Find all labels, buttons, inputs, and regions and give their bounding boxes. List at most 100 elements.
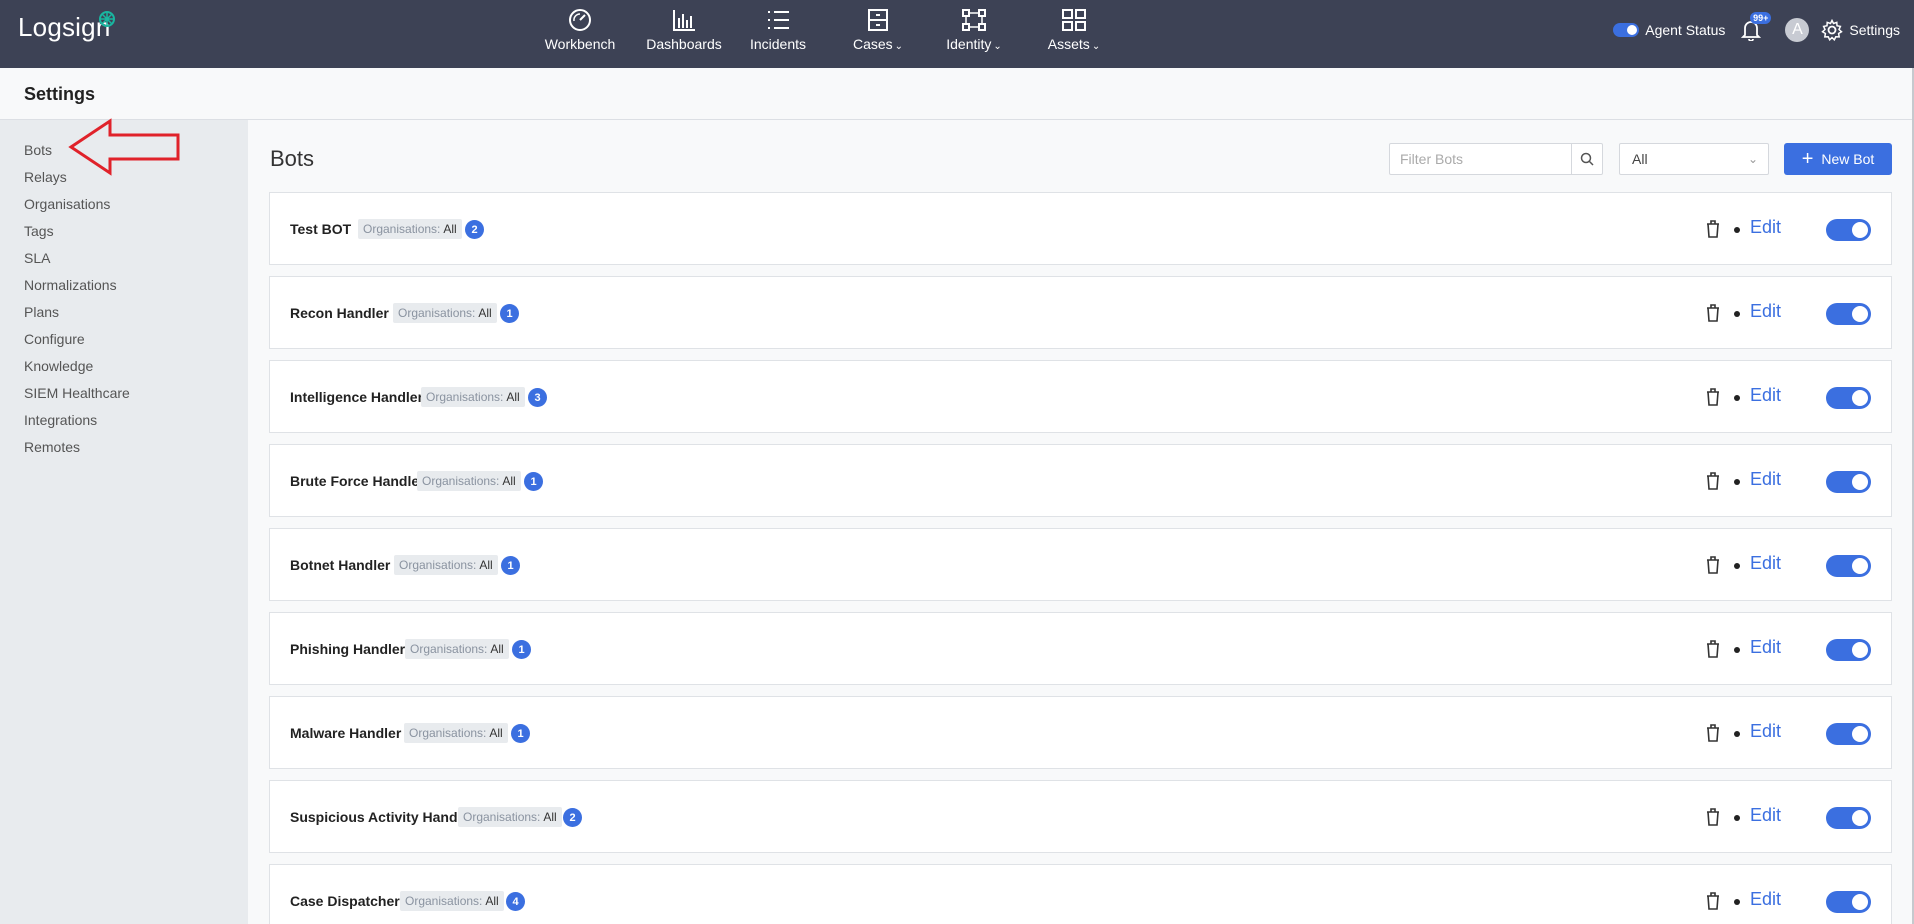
- bot-name[interactable]: Intelligence Handler: [290, 389, 423, 405]
- bot-name[interactable]: Botnet Handler: [290, 557, 390, 573]
- new-bot-button[interactable]: + New Bot: [1784, 143, 1892, 175]
- sidebar-item-plans[interactable]: Plans: [24, 304, 59, 320]
- org-tag-value: All: [543, 810, 557, 824]
- sidebar-item-siem-healthcare[interactable]: SIEM Healthcare: [24, 385, 130, 401]
- notifications-button[interactable]: 99+: [1737, 12, 1772, 44]
- nav-assets-label: Assets: [1047, 36, 1090, 52]
- filter-bots-input[interactable]: [1390, 144, 1572, 174]
- cabinet-icon: [868, 9, 888, 31]
- trash-icon[interactable]: [1705, 891, 1721, 911]
- count-badge: 1: [524, 472, 543, 491]
- trash-icon[interactable]: [1705, 723, 1721, 743]
- sidebar-item-organisations[interactable]: Organisations: [24, 196, 110, 212]
- nav-assets[interactable]: Assets ⌄: [1024, 0, 1124, 68]
- sidebar-item-integrations[interactable]: Integrations: [24, 412, 97, 428]
- trash-icon[interactable]: [1705, 639, 1721, 659]
- bot-name[interactable]: Case Dispatcher: [290, 893, 400, 909]
- trash-icon[interactable]: [1705, 471, 1721, 491]
- separator-dot: [1734, 311, 1740, 317]
- count-badge: 1: [501, 556, 520, 575]
- bot-row: Suspicious Activity Handler Organisation…: [269, 780, 1892, 853]
- edit-link[interactable]: Edit: [1750, 469, 1781, 490]
- sidebar-item-remotes[interactable]: Remotes: [24, 439, 80, 455]
- edit-link[interactable]: Edit: [1750, 385, 1781, 406]
- gauge-icon: [569, 9, 591, 31]
- bot-name[interactable]: Test BOT: [290, 221, 351, 237]
- org-tag-label: Organisations:: [363, 222, 441, 236]
- nav-incidents[interactable]: Incidents: [728, 0, 828, 68]
- bot-enabled-toggle[interactable]: [1826, 219, 1871, 241]
- edit-link[interactable]: Edit: [1750, 805, 1781, 826]
- agent-status-toggle[interactable]: [1613, 23, 1640, 37]
- sidebar-item-tags[interactable]: Tags: [24, 223, 54, 239]
- bot-enabled-toggle[interactable]: [1826, 471, 1871, 493]
- bot-row: Recon Handler Organisations: All 1 Edit: [269, 276, 1892, 349]
- user-avatar[interactable]: A: [1785, 18, 1810, 42]
- edit-link[interactable]: Edit: [1750, 301, 1781, 322]
- annotation-arrow-icon: [68, 118, 180, 176]
- bot-enabled-toggle[interactable]: [1826, 555, 1871, 577]
- settings-sidebar: Bots Relays Organisations Tags SLA Norma…: [0, 120, 248, 924]
- sidebar-item-knowledge[interactable]: Knowledge: [24, 358, 93, 374]
- list-icon: [768, 11, 789, 29]
- bot-name[interactable]: Malware Handler: [290, 725, 401, 741]
- edit-link[interactable]: Edit: [1750, 637, 1781, 658]
- sidebar-item-normalizations[interactable]: Normalizations: [24, 277, 117, 293]
- bot-enabled-toggle[interactable]: [1826, 723, 1871, 745]
- nav-workbench[interactable]: Workbench: [530, 0, 630, 68]
- organisation-select[interactable]: All ⌄: [1619, 143, 1769, 175]
- bot-row: Intelligence Handler Organisations: All 3…: [269, 360, 1892, 433]
- org-tag-label: Organisations:: [399, 558, 477, 572]
- sidebar-item-bots[interactable]: Bots: [24, 142, 52, 158]
- main-nav: Workbench Dashboards Incidents Cases ⌄ I…: [530, 0, 1124, 68]
- nav-identity[interactable]: Identity ⌄: [924, 0, 1024, 68]
- filter-search-button[interactable]: [1571, 144, 1602, 174]
- trash-icon[interactable]: [1705, 219, 1721, 239]
- bot-name[interactable]: Suspicious Activity Handler: [290, 809, 475, 825]
- bot-enabled-toggle[interactable]: [1826, 891, 1871, 913]
- edit-link[interactable]: Edit: [1750, 553, 1781, 574]
- chevron-down-icon: ⌄: [894, 41, 904, 52]
- settings-link[interactable]: Settings: [1821, 19, 1900, 41]
- trash-icon[interactable]: [1705, 387, 1721, 407]
- chevron-down-icon: ⌄: [993, 41, 1002, 52]
- org-tag-label: Organisations:: [422, 474, 500, 488]
- count-badge: 2: [563, 808, 582, 827]
- separator-dot: [1734, 227, 1740, 233]
- org-tag: Organisations: All: [394, 555, 498, 575]
- bot-enabled-toggle[interactable]: [1826, 639, 1871, 661]
- bots-title: Bots: [270, 146, 315, 171]
- nav-cases-label: Cases: [852, 36, 893, 52]
- org-tag-value: All: [502, 474, 516, 488]
- bot-row: Botnet Handler Organisations: All 1 Edit: [269, 528, 1892, 601]
- bot-enabled-toggle[interactable]: [1826, 387, 1871, 409]
- org-tag-label: Organisations:: [463, 810, 541, 824]
- bot-name[interactable]: Phishing Handler: [290, 641, 405, 657]
- bot-row: Brute Force Handler Organisations: All 1 …: [269, 444, 1892, 517]
- nav-dashboards[interactable]: Dashboards: [634, 0, 734, 68]
- bot-name[interactable]: Recon Handler: [290, 305, 389, 321]
- trash-icon[interactable]: [1705, 807, 1721, 827]
- edit-link[interactable]: Edit: [1750, 217, 1781, 238]
- org-tag-value: All: [479, 558, 493, 572]
- bot-enabled-toggle[interactable]: [1826, 807, 1871, 829]
- sidebar-item-configure[interactable]: Configure: [24, 331, 85, 347]
- page-title: Settings: [24, 84, 96, 104]
- count-badge: 1: [511, 724, 530, 743]
- separator-dot: [1734, 815, 1740, 821]
- plus-icon: +: [1801, 148, 1814, 170]
- edit-link[interactable]: Edit: [1750, 721, 1781, 742]
- bot-enabled-toggle[interactable]: [1826, 303, 1871, 325]
- trash-icon[interactable]: [1705, 555, 1721, 575]
- count-badge: 4: [506, 892, 525, 911]
- trash-icon[interactable]: [1705, 303, 1721, 323]
- count-badge: 1: [500, 304, 519, 323]
- bot-name[interactable]: Brute Force Handler: [290, 473, 425, 489]
- separator-dot: [1734, 563, 1740, 569]
- sidebar-item-relays[interactable]: Relays: [24, 169, 67, 185]
- edit-link[interactable]: Edit: [1750, 889, 1781, 910]
- sidebar-item-sla[interactable]: SLA: [24, 250, 50, 266]
- nav-workbench-label: Workbench: [544, 36, 616, 52]
- nav-cases[interactable]: Cases ⌄: [828, 0, 928, 68]
- count-badge: 3: [528, 388, 547, 407]
